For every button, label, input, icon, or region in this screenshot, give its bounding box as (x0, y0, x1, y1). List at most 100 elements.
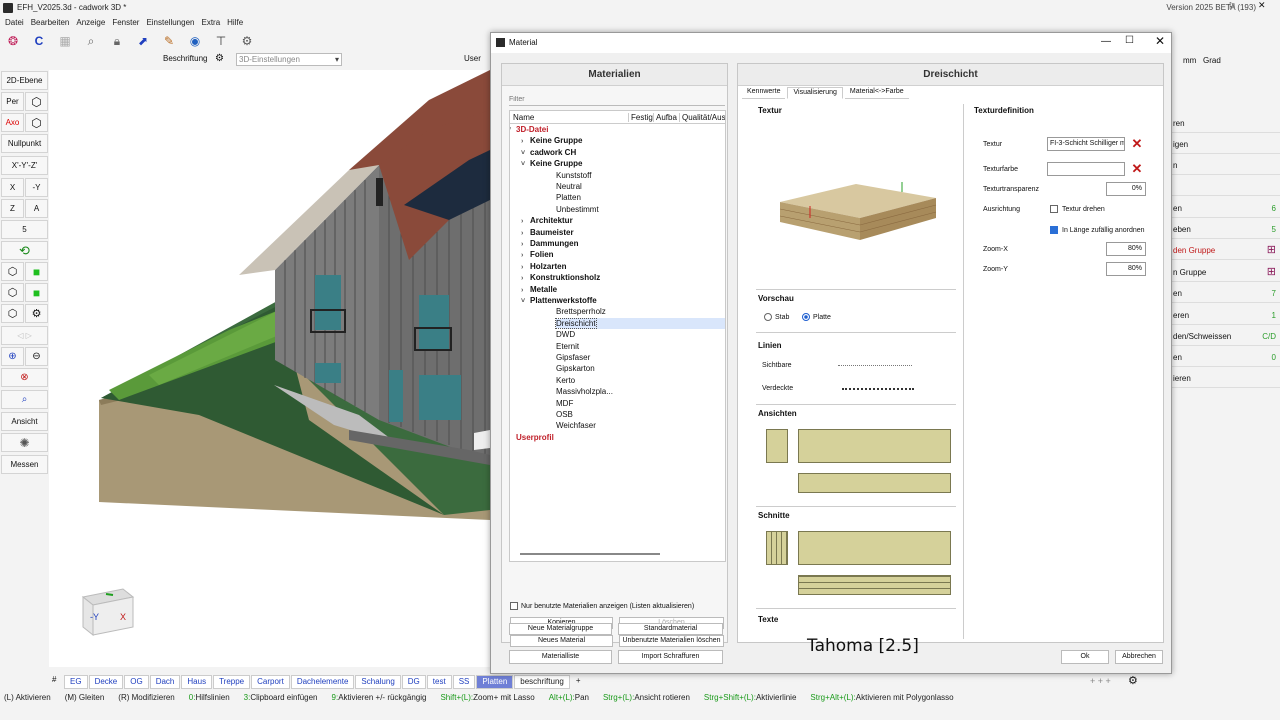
tab-settings-gear-icon[interactable]: ⚙ (1128, 674, 1138, 687)
x-view-button[interactable]: X (1, 178, 24, 197)
view-cube[interactable]: -Y X (81, 587, 135, 637)
menu-bearbeiten[interactable]: Bearbeiten (31, 18, 70, 27)
cube-view-icon[interactable]: ⬡ (25, 92, 48, 111)
tree-node[interactable]: Platten (556, 193, 581, 202)
verdeckte-line-style[interactable] (842, 388, 914, 390)
tab-dg[interactable]: DG (401, 674, 426, 689)
tree-expander-icon[interactable]: ˅ (521, 161, 530, 168)
close-icon[interactable]: ✕ (1155, 34, 1165, 48)
right-row[interactable]: den/Schweissen C/D (1170, 327, 1280, 346)
col-qualitaet[interactable]: Qualität/Aust (679, 113, 725, 122)
tab-treppe[interactable]: Treppe (213, 674, 251, 689)
xyz-button[interactable]: X'-Y'-Z' (1, 156, 48, 175)
search-icon[interactable]: ⌕ (82, 32, 100, 50)
tree-expander-icon[interactable]: ˅ (510, 127, 516, 134)
settings-3d-dropdown[interactable]: 3D-Einstellungen ▾ (236, 53, 342, 66)
lock-icon[interactable]: 🔒︎ (108, 32, 126, 50)
protractor-icon[interactable]: ✺ (1, 433, 48, 452)
python-icon[interactable]: ◉ (186, 32, 204, 50)
machine-icon[interactable]: ⚙ (238, 32, 256, 50)
per-button[interactable]: Per (1, 92, 24, 111)
radio-platte[interactable]: Platte (802, 313, 831, 321)
only-used-checkbox[interactable]: Nur benutzte Materialien anzeigen (Liste… (510, 602, 694, 610)
tab-haus[interactable]: Haus (181, 674, 213, 689)
menu-anzeige[interactable]: Anzeige (76, 18, 105, 27)
schnitt-swatch-side[interactable] (766, 531, 788, 565)
tree-node[interactable]: Kunststoff (556, 171, 591, 180)
gear-cube-icon[interactable]: ⚙ (25, 304, 48, 323)
add-tab-button[interactable]: + (571, 675, 586, 689)
tree-node[interactable]: › Dammungen (521, 239, 578, 248)
zoom-in-icon[interactable]: ⊕ (1, 347, 24, 366)
tree-expander-icon[interactable]: › (521, 230, 530, 237)
tree-node[interactable]: › Konstruktionsholz (521, 273, 600, 282)
ok-button[interactable]: Ok (1061, 650, 1109, 664)
sichtbare-line-style[interactable] (838, 365, 912, 366)
horizontal-scrollbar[interactable] (520, 553, 660, 555)
tab-og[interactable]: OG (124, 674, 149, 689)
standardmaterial-button[interactable]: Standardmaterial (618, 623, 723, 635)
tab-platten[interactable]: Platten (476, 674, 514, 689)
radio-stab[interactable]: Stab (764, 313, 789, 321)
gear-icon[interactable]: ⚙ (215, 53, 224, 64)
subtab-material-farbe[interactable]: Material<->Farbe (844, 87, 909, 99)
right-row[interactable]: ren (1170, 114, 1280, 133)
clear-texturfarbe-icon[interactable]: ✕ (1130, 162, 1144, 176)
tab-carport[interactable]: Carport (251, 674, 290, 689)
ansicht-button[interactable]: Ansicht (1, 412, 48, 431)
table-grid-icon[interactable]: ▦ (56, 32, 74, 50)
tree-expander-icon[interactable]: › (521, 241, 530, 248)
textur-drehen-box[interactable] (1050, 205, 1058, 213)
tree-node[interactable]: Massivholzpla... (556, 387, 613, 396)
tree-node[interactable]: DWD (556, 330, 575, 339)
subtab-kennwerte[interactable]: Kennwerte (742, 87, 786, 99)
tab-eg[interactable]: EG (64, 674, 88, 689)
ansicht-swatch-top[interactable] (798, 429, 951, 463)
rotate-3d-icon[interactable]: ⟲ (1, 241, 48, 260)
messen-button[interactable]: Messen (1, 455, 48, 474)
right-row[interactable]: ieren (1170, 369, 1280, 388)
tree-node[interactable]: Weichfaser (556, 421, 596, 430)
tree-node[interactable]: MDF (556, 399, 573, 408)
zufaellig-box[interactable] (1050, 226, 1058, 234)
color-wheel-icon[interactable]: ❂ (4, 32, 22, 50)
right-row[interactable]: eren 1 (1170, 306, 1280, 325)
materialliste-button[interactable]: Materialliste (509, 650, 612, 664)
material-tree[interactable]: Name Festig Aufba Qualität/Aust ˅3D-Date… (509, 110, 726, 562)
zoomy-field[interactable]: 80% (1106, 262, 1146, 276)
right-row[interactable]: n (1170, 156, 1280, 175)
user-label[interactable]: User (464, 54, 481, 63)
window-help-icon[interactable]: ⚐ (1228, 1, 1236, 12)
five-button[interactable]: 5 (1, 220, 48, 239)
tree-node[interactable]: Gipskarton (556, 364, 595, 373)
cube-small-icon[interactable]: ⬡ (1, 304, 24, 323)
cadwork-c-icon[interactable]: C (30, 32, 48, 50)
menu-datei[interactable]: Datei (5, 18, 24, 27)
tree-node[interactable]: › Metalle (521, 285, 557, 294)
texturfarbe-field[interactable] (1047, 162, 1125, 176)
right-row[interactable]: en 6 (1170, 199, 1280, 218)
cube-solid-green-icon[interactable]: ■ (25, 262, 48, 281)
crane-icon[interactable]: ⊤ (212, 32, 230, 50)
tab-schalung[interactable]: Schalung (355, 674, 401, 689)
minus-y-view-button[interactable]: -Y (25, 178, 48, 197)
textur-drehen-checkbox[interactable]: Textur drehen (1050, 205, 1105, 213)
tree-expander-icon[interactable]: ˅ (521, 298, 530, 305)
right-row[interactable]: den Gruppe ⊞ (1170, 241, 1280, 260)
tree-node[interactable]: ˅ Keine Gruppe (521, 159, 582, 168)
neue-materialgruppe-button[interactable]: Neue Materialgruppe (509, 623, 612, 635)
tree-node[interactable]: Gipsfaser (556, 353, 590, 362)
tree-node[interactable]: ˅3D-Datei (510, 125, 548, 134)
tree-node[interactable]: Kerto (556, 376, 575, 385)
tree-expander-icon[interactable]: › (521, 218, 530, 225)
tree-expander-icon[interactable]: ˅ (521, 150, 530, 157)
tree-node[interactable]: Unbestimmt (556, 205, 599, 214)
ebene-2d-button[interactable]: 2D-Ebene (1, 71, 48, 90)
right-row[interactable]: en 7 (1170, 284, 1280, 303)
tree-expander-icon[interactable]: › (521, 252, 530, 259)
tab-test[interactable]: test (426, 674, 452, 689)
tree-node[interactable]: › Architektur (521, 216, 573, 225)
zufaellig-checkbox[interactable]: In Länge zufällig anordnen (1050, 226, 1145, 234)
export-icon[interactable]: ⬈ (134, 32, 152, 50)
tab-scroll-icons[interactable]: + + + (1090, 676, 1111, 686)
